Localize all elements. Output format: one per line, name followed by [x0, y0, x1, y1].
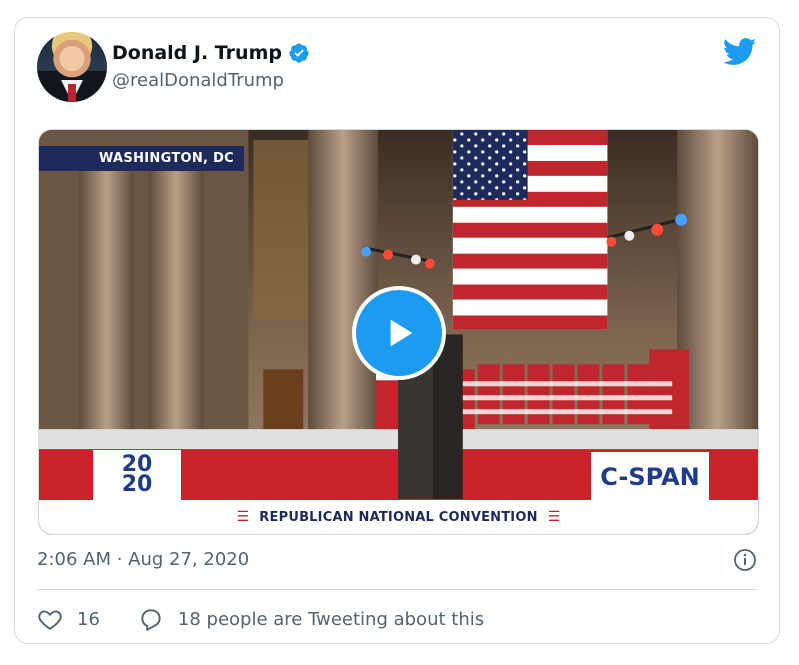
cspan-logo: C-SPAN — [591, 452, 709, 502]
banner-text: REPUBLICAN NATIONAL CONVENTION — [259, 509, 538, 525]
flag-icon: ☰ — [547, 509, 561, 525]
flag-icon: ☰ — [236, 509, 250, 525]
info-icon[interactable] — [733, 548, 757, 572]
tweet-card[interactable]: Donald J. Trump @realDonaldTrump WASHING… — [14, 17, 780, 644]
author-handle[interactable]: @realDonaldTrump — [112, 70, 284, 91]
like-button[interactable]: 16 — [37, 606, 138, 632]
tweet-timestamp[interactable]: 2:06 AM · Aug 27, 2020 — [37, 549, 249, 570]
author-row: Donald J. Trump — [112, 42, 310, 64]
location-tag: WASHINGTON, DC — [39, 146, 245, 171]
heart-icon — [38, 610, 62, 630]
play-button[interactable] — [352, 286, 446, 380]
video-player[interactable]: WASHINGTON, DC 20 20 C-SPAN ☰ REPUBLICAN… — [38, 129, 759, 535]
logo-2020-bottom: 20 — [121, 472, 153, 497]
divider — [37, 589, 757, 590]
convention-banner: ☰ REPUBLICAN NATIONAL CONVENTION ☰ — [39, 500, 758, 534]
verified-badge-icon — [289, 43, 309, 63]
twitter-bird-icon[interactable] — [723, 38, 757, 66]
author-name[interactable]: Donald J. Trump — [112, 42, 282, 64]
rnc-2020-logo: 20 20 — [93, 450, 181, 500]
like-count: 16 — [77, 608, 100, 630]
play-icon — [390, 319, 413, 347]
reply-link[interactable]: 18 people are Tweeting about this — [138, 606, 484, 632]
avatar-tie — [68, 84, 76, 102]
tweet-actions: 16 18 people are Tweeting about this — [37, 606, 484, 632]
speech-bubble-icon — [141, 609, 161, 631]
reply-text: 18 people are Tweeting about this — [177, 608, 485, 630]
avatar[interactable] — [37, 32, 107, 102]
